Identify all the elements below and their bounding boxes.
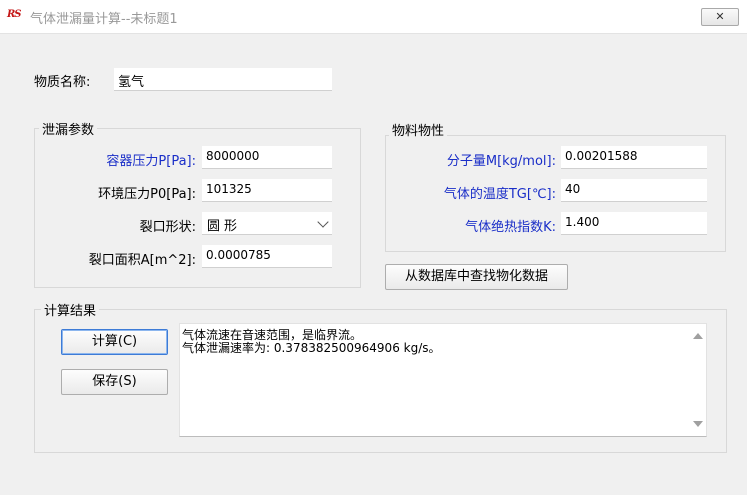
crack-shape-value: 圆形	[207, 219, 242, 234]
crack-area-input[interactable]: 0.0000785	[202, 245, 332, 268]
molecular-weight-input[interactable]: 0.00201588	[561, 146, 707, 169]
substance-label: 物质名称:	[34, 75, 91, 90]
scroll-up-icon[interactable]	[693, 333, 703, 339]
molecular-weight-label: 分子量M[kg/mol]:	[446, 154, 556, 169]
lookup-database-button[interactable]: 从数据库中查找物化数据	[385, 264, 568, 290]
container-pressure-label: 容器压力P[Pa]:	[106, 154, 196, 169]
result-line-2: 气体泄漏速率为: 0.378382500964906 kg/s。	[182, 341, 441, 355]
chevron-down-icon	[317, 216, 329, 228]
container-pressure-input[interactable]: 8000000	[202, 146, 332, 169]
gas-temp-input[interactable]: 40	[561, 179, 707, 202]
leak-params-title: 泄漏参数	[39, 119, 98, 138]
material-props-title: 物料物性	[389, 120, 448, 139]
substance-input[interactable]: 氢气	[114, 68, 332, 91]
window-title: 气体泄漏量计算--未标题1	[30, 12, 178, 27]
app-logo-icon: RS	[7, 9, 22, 20]
gas-temp-label: 气体的温度TG[℃]:	[443, 187, 556, 202]
results-title: 计算结果	[41, 300, 100, 319]
close-icon: ✕	[715, 10, 725, 23]
adiabatic-index-input[interactable]: 1.400	[561, 212, 707, 235]
ambient-pressure-label: 环境压力P0[Pa]:	[98, 187, 196, 202]
close-button[interactable]: ✕	[701, 8, 739, 26]
crack-shape-label: 裂口形状:	[139, 220, 196, 235]
result-scrollbar[interactable]	[689, 324, 706, 436]
scroll-down-icon[interactable]	[693, 421, 703, 427]
title-bar: RS 气体泄漏量计算--未标题1 ✕	[0, 0, 747, 34]
crack-shape-select[interactable]: 圆形	[202, 212, 332, 235]
adiabatic-index-label: 气体绝热指数K:	[465, 220, 556, 235]
crack-area-label: 裂口面积A[m^2]:	[88, 253, 196, 268]
calculate-button[interactable]: 计算(C)	[61, 329, 168, 355]
result-textarea[interactable]: 气体流速在音速范围，是临界流。 气体泄漏速率为: 0.3783825009649…	[179, 323, 707, 437]
ambient-pressure-input[interactable]: 101325	[202, 179, 332, 202]
save-button[interactable]: 保存(S)	[61, 369, 168, 395]
